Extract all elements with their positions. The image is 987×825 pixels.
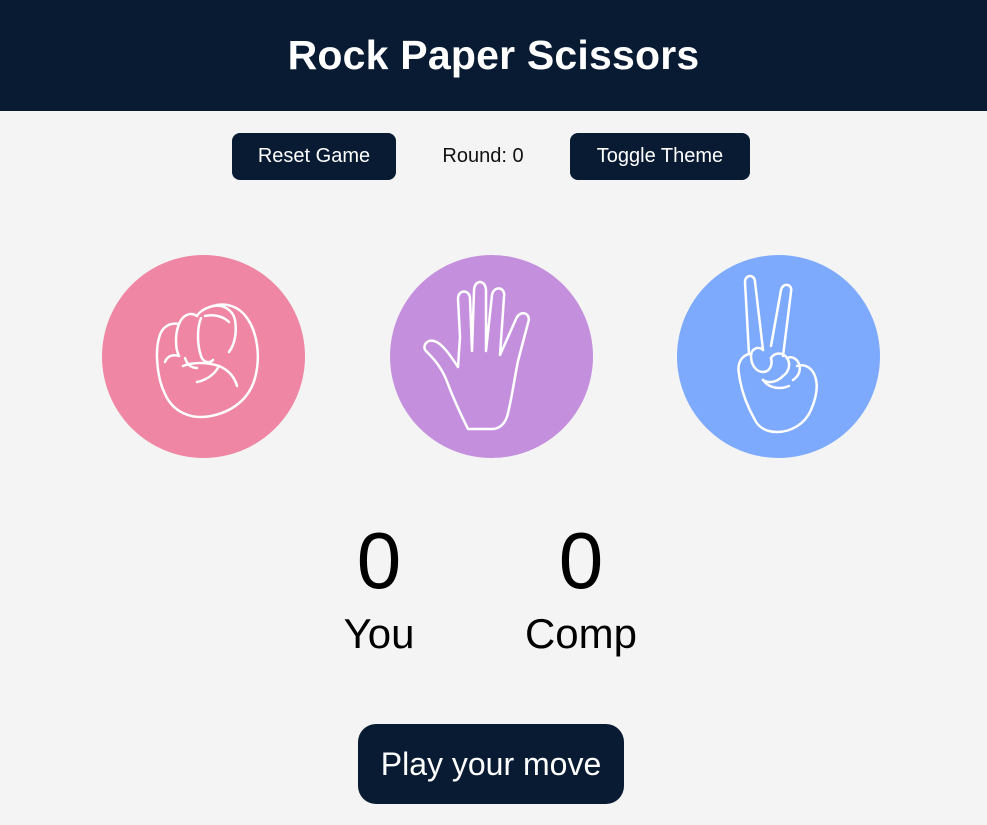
peace-sign-icon — [736, 274, 818, 433]
paper-choice-button[interactable] — [390, 255, 593, 458]
page-title: Rock Paper Scissors — [287, 32, 700, 78]
controls-bar: Reset Game Round: 0 Toggle Theme — [0, 133, 987, 180]
app-header: Rock Paper Scissors — [0, 0, 987, 111]
scissors-choice-button[interactable] — [677, 255, 880, 458]
computer-score-label: Comp — [524, 610, 638, 657]
computer-score-value: 0 — [558, 516, 604, 605]
player-score-label: You — [343, 610, 415, 657]
round-counter: Round: 0 — [442, 145, 524, 167]
reset-game-button[interactable]: Reset Game — [232, 133, 396, 180]
status-message: Play your move — [358, 724, 624, 804]
computer-score: 0 Comp — [501, 515, 661, 659]
fist-icon — [155, 302, 259, 418]
toggle-theme-button[interactable]: Toggle Theme — [570, 133, 750, 180]
player-score: 0 You — [299, 515, 459, 659]
player-score-value: 0 — [356, 516, 402, 605]
open-hand-icon — [422, 280, 530, 430]
rock-choice-button[interactable] — [102, 255, 305, 458]
